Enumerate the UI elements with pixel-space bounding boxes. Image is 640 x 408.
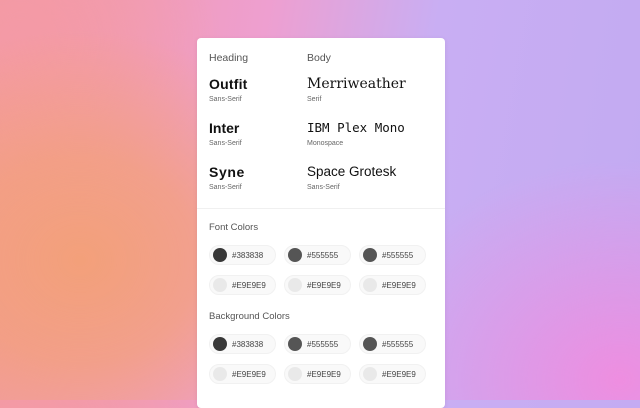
color-swatch — [288, 278, 302, 292]
color-hex-label: #555555 — [307, 250, 339, 260]
color-hex-label: #E9E9E9 — [382, 280, 416, 290]
font-name: Outfit — [209, 76, 248, 92]
color-swatch — [288, 367, 302, 381]
color-hex-label: #E9E9E9 — [382, 369, 416, 379]
font-name: Inter — [209, 120, 240, 136]
color-hex-label: #555555 — [382, 250, 414, 260]
font-category: Sans-Serif — [209, 96, 242, 103]
color-swatch — [363, 248, 377, 262]
background-colors-title: Background Colors — [209, 311, 290, 322]
font-color-chip[interactable]: #555555 — [359, 245, 426, 265]
color-swatch — [363, 367, 377, 381]
color-swatch — [213, 367, 227, 381]
color-hex-label: #555555 — [307, 339, 339, 349]
font-category: Monospace — [307, 140, 344, 147]
font-name: IBM Plex Mono — [307, 120, 405, 135]
color-swatch — [213, 278, 227, 292]
font-color-chip[interactable]: #E9E9E9 — [359, 275, 426, 295]
color-hex-label: #383838 — [232, 339, 264, 349]
heading-column-label: Heading — [209, 52, 249, 64]
font-option-syne[interactable]: Syne Sans-Serif — [209, 164, 245, 192]
font-category: Serif — [307, 96, 322, 103]
color-hex-label: #E9E9E9 — [232, 280, 266, 290]
font-pairings-section: Heading Body Outfit Sans-Serif Merriweat… — [197, 38, 445, 209]
background-color-chip[interactable]: #E9E9E9 — [209, 364, 276, 384]
font-color-chip[interactable]: #E9E9E9 — [209, 275, 276, 295]
color-hex-label: #E9E9E9 — [307, 280, 341, 290]
font-option-space-grotesk[interactable]: Space Grotesk Sans-Serif — [307, 164, 396, 192]
style-panel: Heading Body Outfit Sans-Serif Merriweat… — [197, 38, 445, 408]
color-swatch — [363, 278, 377, 292]
body-column-label: Body — [307, 52, 331, 64]
background-color-chip[interactable]: #E9E9E9 — [284, 364, 351, 384]
font-colors-title: Font Colors — [209, 222, 259, 233]
color-hex-label: #383838 — [232, 250, 264, 260]
color-swatch — [213, 337, 227, 351]
background-color-chip[interactable]: #555555 — [359, 334, 426, 354]
background-color-chip[interactable]: #E9E9E9 — [359, 364, 426, 384]
font-option-merriweather[interactable]: Merriweather Serif — [307, 76, 406, 104]
font-name: Syne — [209, 164, 245, 180]
font-color-chip[interactable]: #383838 — [209, 245, 276, 265]
color-swatch — [288, 248, 302, 262]
background-color-chip[interactable]: #555555 — [284, 334, 351, 354]
font-color-chip[interactable]: #E9E9E9 — [284, 275, 351, 295]
color-swatch — [288, 337, 302, 351]
color-swatch — [213, 248, 227, 262]
font-category: Sans-Serif — [307, 184, 340, 191]
color-hex-label: #E9E9E9 — [307, 369, 341, 379]
color-swatch — [363, 337, 377, 351]
font-color-chip[interactable]: #555555 — [284, 245, 351, 265]
font-option-inter[interactable]: Inter Sans-Serif — [209, 120, 242, 148]
font-option-ibm-plex-mono[interactable]: IBM Plex Mono Monospace — [307, 120, 405, 148]
font-name: Merriweather — [307, 76, 406, 92]
font-name: Space Grotesk — [307, 164, 397, 179]
color-hex-label: #E9E9E9 — [232, 369, 266, 379]
font-option-outfit[interactable]: Outfit Sans-Serif — [209, 76, 248, 104]
background-color-chip[interactable]: #383838 — [209, 334, 276, 354]
font-category: Sans-Serif — [209, 140, 242, 147]
font-category: Sans-Serif — [209, 184, 242, 191]
color-hex-label: #555555 — [382, 339, 414, 349]
